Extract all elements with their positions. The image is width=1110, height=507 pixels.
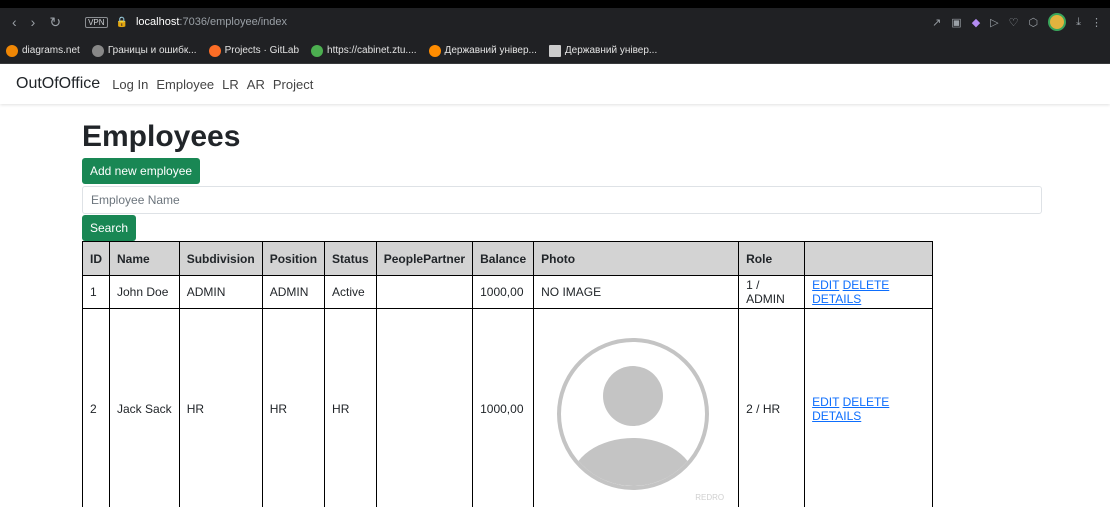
employee-photo: REDRO — [534, 314, 732, 504]
vpn-badge[interactable]: VPN — [85, 16, 108, 28]
menu-icon[interactable]: ⋮ — [1091, 16, 1102, 29]
page-title: Employees — [82, 120, 241, 153]
cell-name: John Doe — [109, 275, 180, 309]
delete-link[interactable]: DELETE — [843, 395, 890, 409]
cell-peoplepartner — [375, 275, 474, 309]
cell-position: ADMIN — [261, 275, 326, 309]
globe-icon — [91, 44, 104, 57]
cell-peoplepartner — [375, 308, 474, 507]
search-button[interactable]: Search — [82, 215, 137, 241]
cell-role: 1 / ADMIN — [738, 275, 806, 309]
cell-id: 1 — [82, 275, 110, 309]
cell-balance: 1000,00 — [472, 308, 535, 507]
table-row: 2 Jack Sack HR HR HR 1000,00 REDRO 2 / H… — [82, 308, 934, 507]
cell-role: 2 / HR — [738, 308, 806, 507]
site-navbar: OutOfOffice Log In Employee LR AR Projec… — [0, 64, 1110, 104]
share-icon[interactable]: ↗ — [932, 16, 941, 29]
bookmarks-bar: diagrams.net Границы и ошибк... Projects… — [0, 38, 1110, 64]
cube-icon[interactable]: ⬡ — [1029, 16, 1039, 29]
cell-position: HR — [261, 308, 326, 507]
table-row: 1 John Doe ADMIN ADMIN Active 1000,00 NO… — [82, 275, 934, 309]
cell-status: HR — [324, 308, 377, 507]
lock-icon[interactable]: 🔒 — [116, 17, 128, 28]
bookmark-item[interactable]: Границы и ошибк... — [91, 44, 197, 57]
reload-icon[interactable]: ↻ — [49, 14, 61, 31]
grid-icon — [311, 44, 324, 57]
cell-balance: 1000,00 — [472, 275, 535, 309]
details-link[interactable]: DETAILS — [812, 292, 861, 306]
shield-icon[interactable]: ◆ — [972, 16, 980, 29]
main-content: Employees Add new employee Search ID Nam… — [0, 104, 1110, 507]
nav-link-login[interactable]: Log In — [112, 77, 148, 92]
edit-link[interactable]: EDIT — [812, 395, 839, 409]
edit-link[interactable]: EDIT — [812, 278, 839, 292]
header-id: ID — [82, 241, 110, 276]
header-balance: Balance — [472, 241, 535, 276]
brand-logo[interactable]: OutOfOffice — [16, 75, 100, 93]
header-photo: Photo — [533, 241, 740, 276]
nav-link-employee[interactable]: Employee — [156, 77, 214, 92]
bookmark-item[interactable]: diagrams.net — [6, 44, 80, 57]
cell-subdivision: ADMIN — [178, 275, 263, 309]
gitlab-icon — [208, 44, 221, 57]
extension-icons: ↗ ▣ ◆ ▷ ♡ ⬡ ⤓ ⋮ — [932, 13, 1102, 31]
avatar-placeholder-icon — [557, 337, 710, 490]
header-peoplepartner: PeoplePartner — [375, 241, 474, 276]
cell-actions: EDIT DELETE DETAILS — [804, 275, 934, 309]
cell-id: 2 — [82, 308, 110, 507]
profile-avatar[interactable] — [1048, 13, 1067, 31]
header-subdivision: Subdivision — [178, 241, 263, 276]
nav-link-ar[interactable]: AR — [247, 77, 265, 92]
details-link[interactable]: DETAILS — [812, 409, 861, 423]
bookmark-item[interactable]: Projects · GitLab — [208, 44, 299, 57]
table-header-row: ID Name Subdivision Position Status Peop… — [82, 241, 934, 276]
download-icon[interactable]: ⤓ — [1076, 16, 1081, 29]
bookmark-item[interactable]: Державний універ... — [428, 44, 537, 57]
header-actions — [804, 241, 934, 276]
cell-photo: NO IMAGE — [533, 275, 740, 309]
nav-link-project[interactable]: Project — [273, 77, 313, 92]
bookmark-item[interactable]: Державний універ... — [548, 44, 657, 57]
header-status: Status — [324, 241, 377, 276]
header-name: Name — [109, 241, 180, 276]
header-role: Role — [738, 241, 806, 276]
heart-icon[interactable]: ♡ — [1009, 16, 1019, 29]
photo-watermark: REDRO — [695, 492, 725, 502]
url-text[interactable]: localhost:7036/employee/index — [136, 16, 287, 28]
university-icon — [428, 44, 441, 57]
header-position: Position — [261, 241, 326, 276]
delete-link[interactable]: DELETE — [843, 278, 890, 292]
back-icon[interactable]: ‹ — [12, 14, 17, 31]
employees-table: ID Name Subdivision Position Status Peop… — [82, 241, 934, 507]
nav-controls: ‹ › ↻ — [0, 14, 61, 31]
play-icon[interactable]: ▷ — [990, 16, 998, 29]
tab-strip — [0, 0, 1110, 8]
employee-search-input[interactable] — [82, 186, 1042, 214]
cell-status: Active — [324, 275, 377, 309]
cell-photo: REDRO — [533, 308, 740, 507]
address-bar[interactable]: VPN 🔒 localhost:7036/employee/index — [85, 16, 287, 28]
camera-icon[interactable]: ▣ — [951, 16, 961, 29]
cell-actions: EDIT DELETE DETAILS — [804, 308, 934, 507]
nav-link-lr[interactable]: LR — [222, 77, 239, 92]
cell-name: Jack Sack — [109, 308, 180, 507]
bookmark-item[interactable]: https://cabinet.ztu.... — [311, 44, 417, 57]
cell-subdivision: HR — [178, 308, 263, 507]
browser-toolbar: ‹ › ↻ VPN 🔒 localhost:7036/employee/inde… — [0, 0, 1110, 38]
diagrams-icon — [6, 44, 18, 57]
add-employee-button[interactable]: Add new employee — [82, 158, 201, 184]
forward-icon[interactable]: › — [31, 14, 36, 31]
file-icon — [548, 44, 561, 57]
